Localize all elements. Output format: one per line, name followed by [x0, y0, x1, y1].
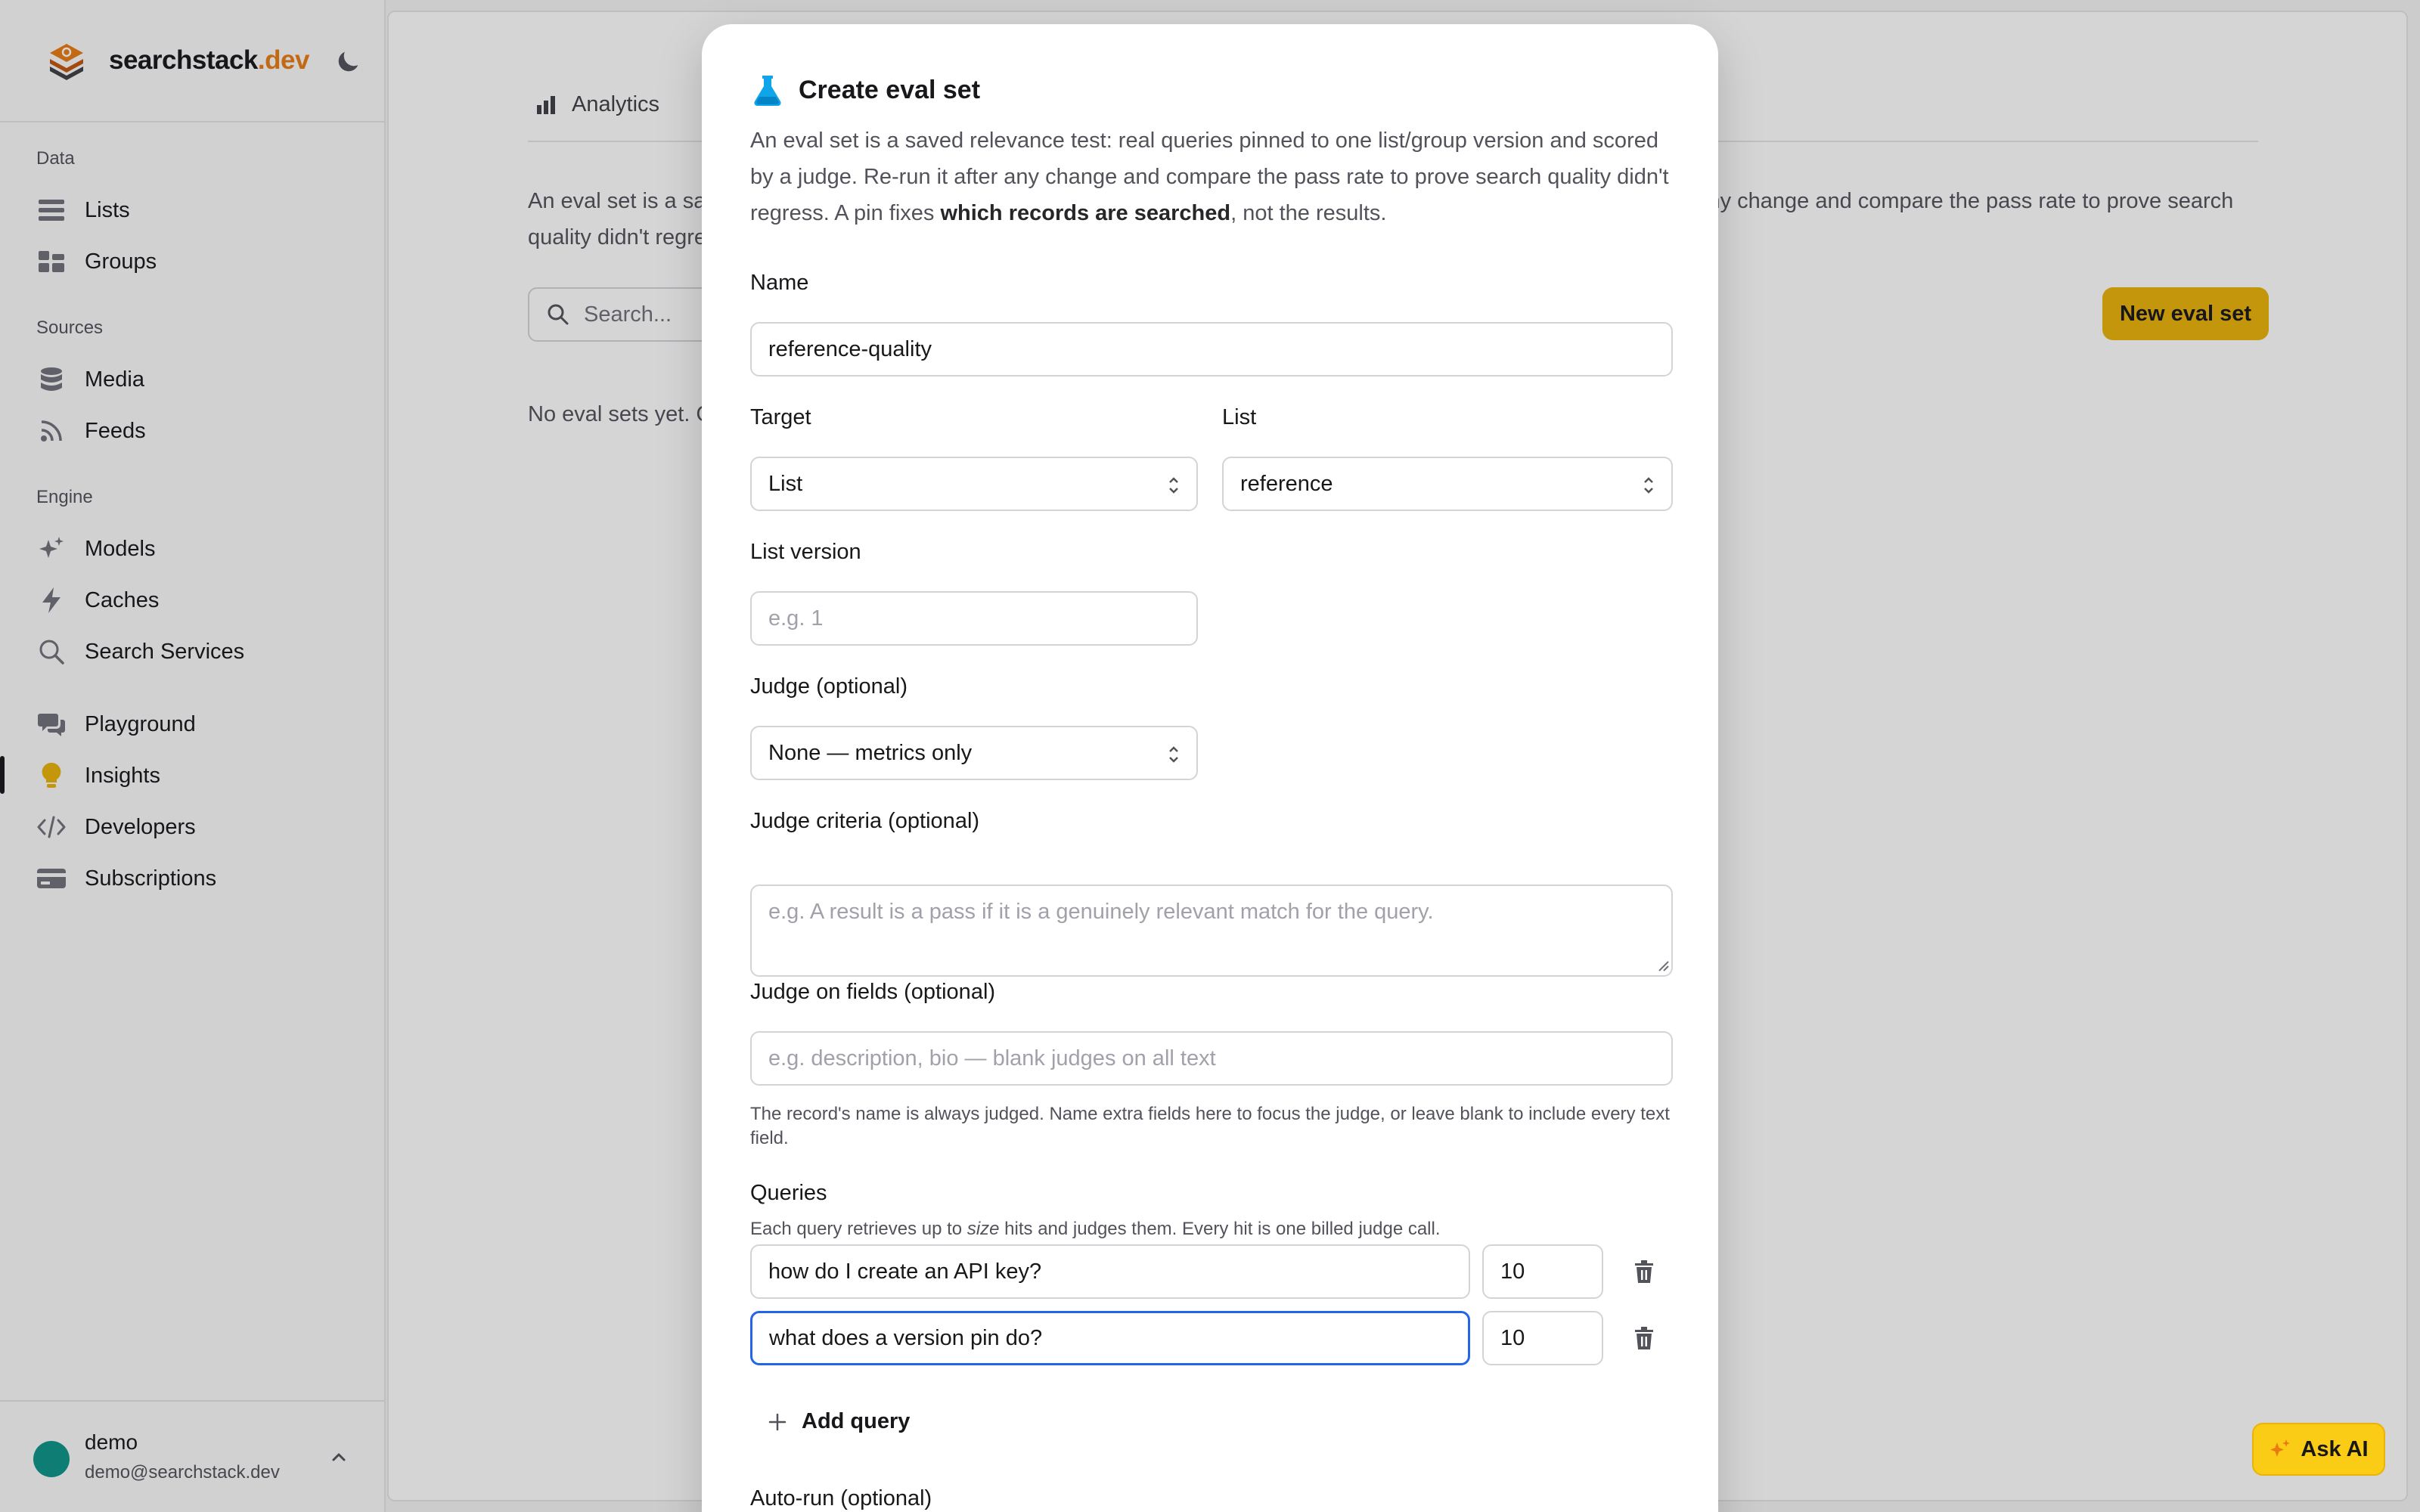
query-size-input[interactable] [1482, 1311, 1603, 1365]
autorun-label: Auto-run (optional) [750, 1486, 932, 1510]
queries-label: Queries [750, 1181, 827, 1205]
queries-help: Each query retrieves up to size hits and… [750, 1219, 1441, 1239]
trash-icon[interactable] [1629, 1256, 1659, 1287]
ask-ai-button[interactable]: Ask AI [2252, 1423, 2385, 1476]
list-version-label: List version [750, 540, 861, 564]
list-select-value: reference [1240, 471, 1333, 496]
trash-icon[interactable] [1629, 1323, 1659, 1353]
chevron-updown-icon [1169, 746, 1178, 763]
target-select-value: List [768, 471, 803, 496]
target-select[interactable]: List [750, 457, 1198, 511]
resize-handle-icon[interactable] [1656, 959, 1670, 972]
chevron-updown-icon [1169, 477, 1178, 494]
judge-label: Judge (optional) [750, 674, 908, 699]
plus-icon [768, 1413, 786, 1430]
sparkles-icon [2270, 1439, 2291, 1457]
ask-ai-label: Ask AI [2301, 1436, 2369, 1461]
judge-fields-field[interactable] [750, 1031, 1673, 1086]
query-input[interactable] [750, 1244, 1470, 1299]
judge-select[interactable]: None — metrics only [750, 726, 1198, 780]
name-label: Name [750, 271, 809, 295]
query-input[interactable] [750, 1311, 1470, 1365]
list-version-field[interactable] [750, 591, 1198, 646]
create-eval-set-dialog: Create eval set An eval set is a saved r… [702, 24, 1718, 1512]
flask-icon [754, 76, 781, 107]
judge-select-value: None — metrics only [768, 740, 973, 765]
dialog-title-text: Create eval set [799, 75, 981, 104]
list-label: List [1222, 405, 1257, 429]
name-field[interactable] [750, 322, 1673, 376]
list-select[interactable]: reference [1222, 457, 1673, 511]
dialog-description: An eval set is a saved relevance test: r… [750, 129, 1669, 225]
judge-fields-help: The record's name is always judged. Name… [750, 1104, 1670, 1148]
target-label: Target [750, 405, 811, 429]
judge-fields-label: Judge on fields (optional) [750, 980, 996, 1004]
dialog-title: Create eval set [750, 73, 980, 107]
judge-criteria-label: Judge criteria (optional) [750, 809, 980, 833]
add-query-button[interactable]: Add query [767, 1409, 910, 1434]
judge-criteria-field[interactable] [750, 885, 1673, 977]
add-query-label: Add query [802, 1409, 911, 1433]
query-size-input[interactable] [1482, 1244, 1603, 1299]
chevron-updown-icon [1644, 477, 1653, 494]
